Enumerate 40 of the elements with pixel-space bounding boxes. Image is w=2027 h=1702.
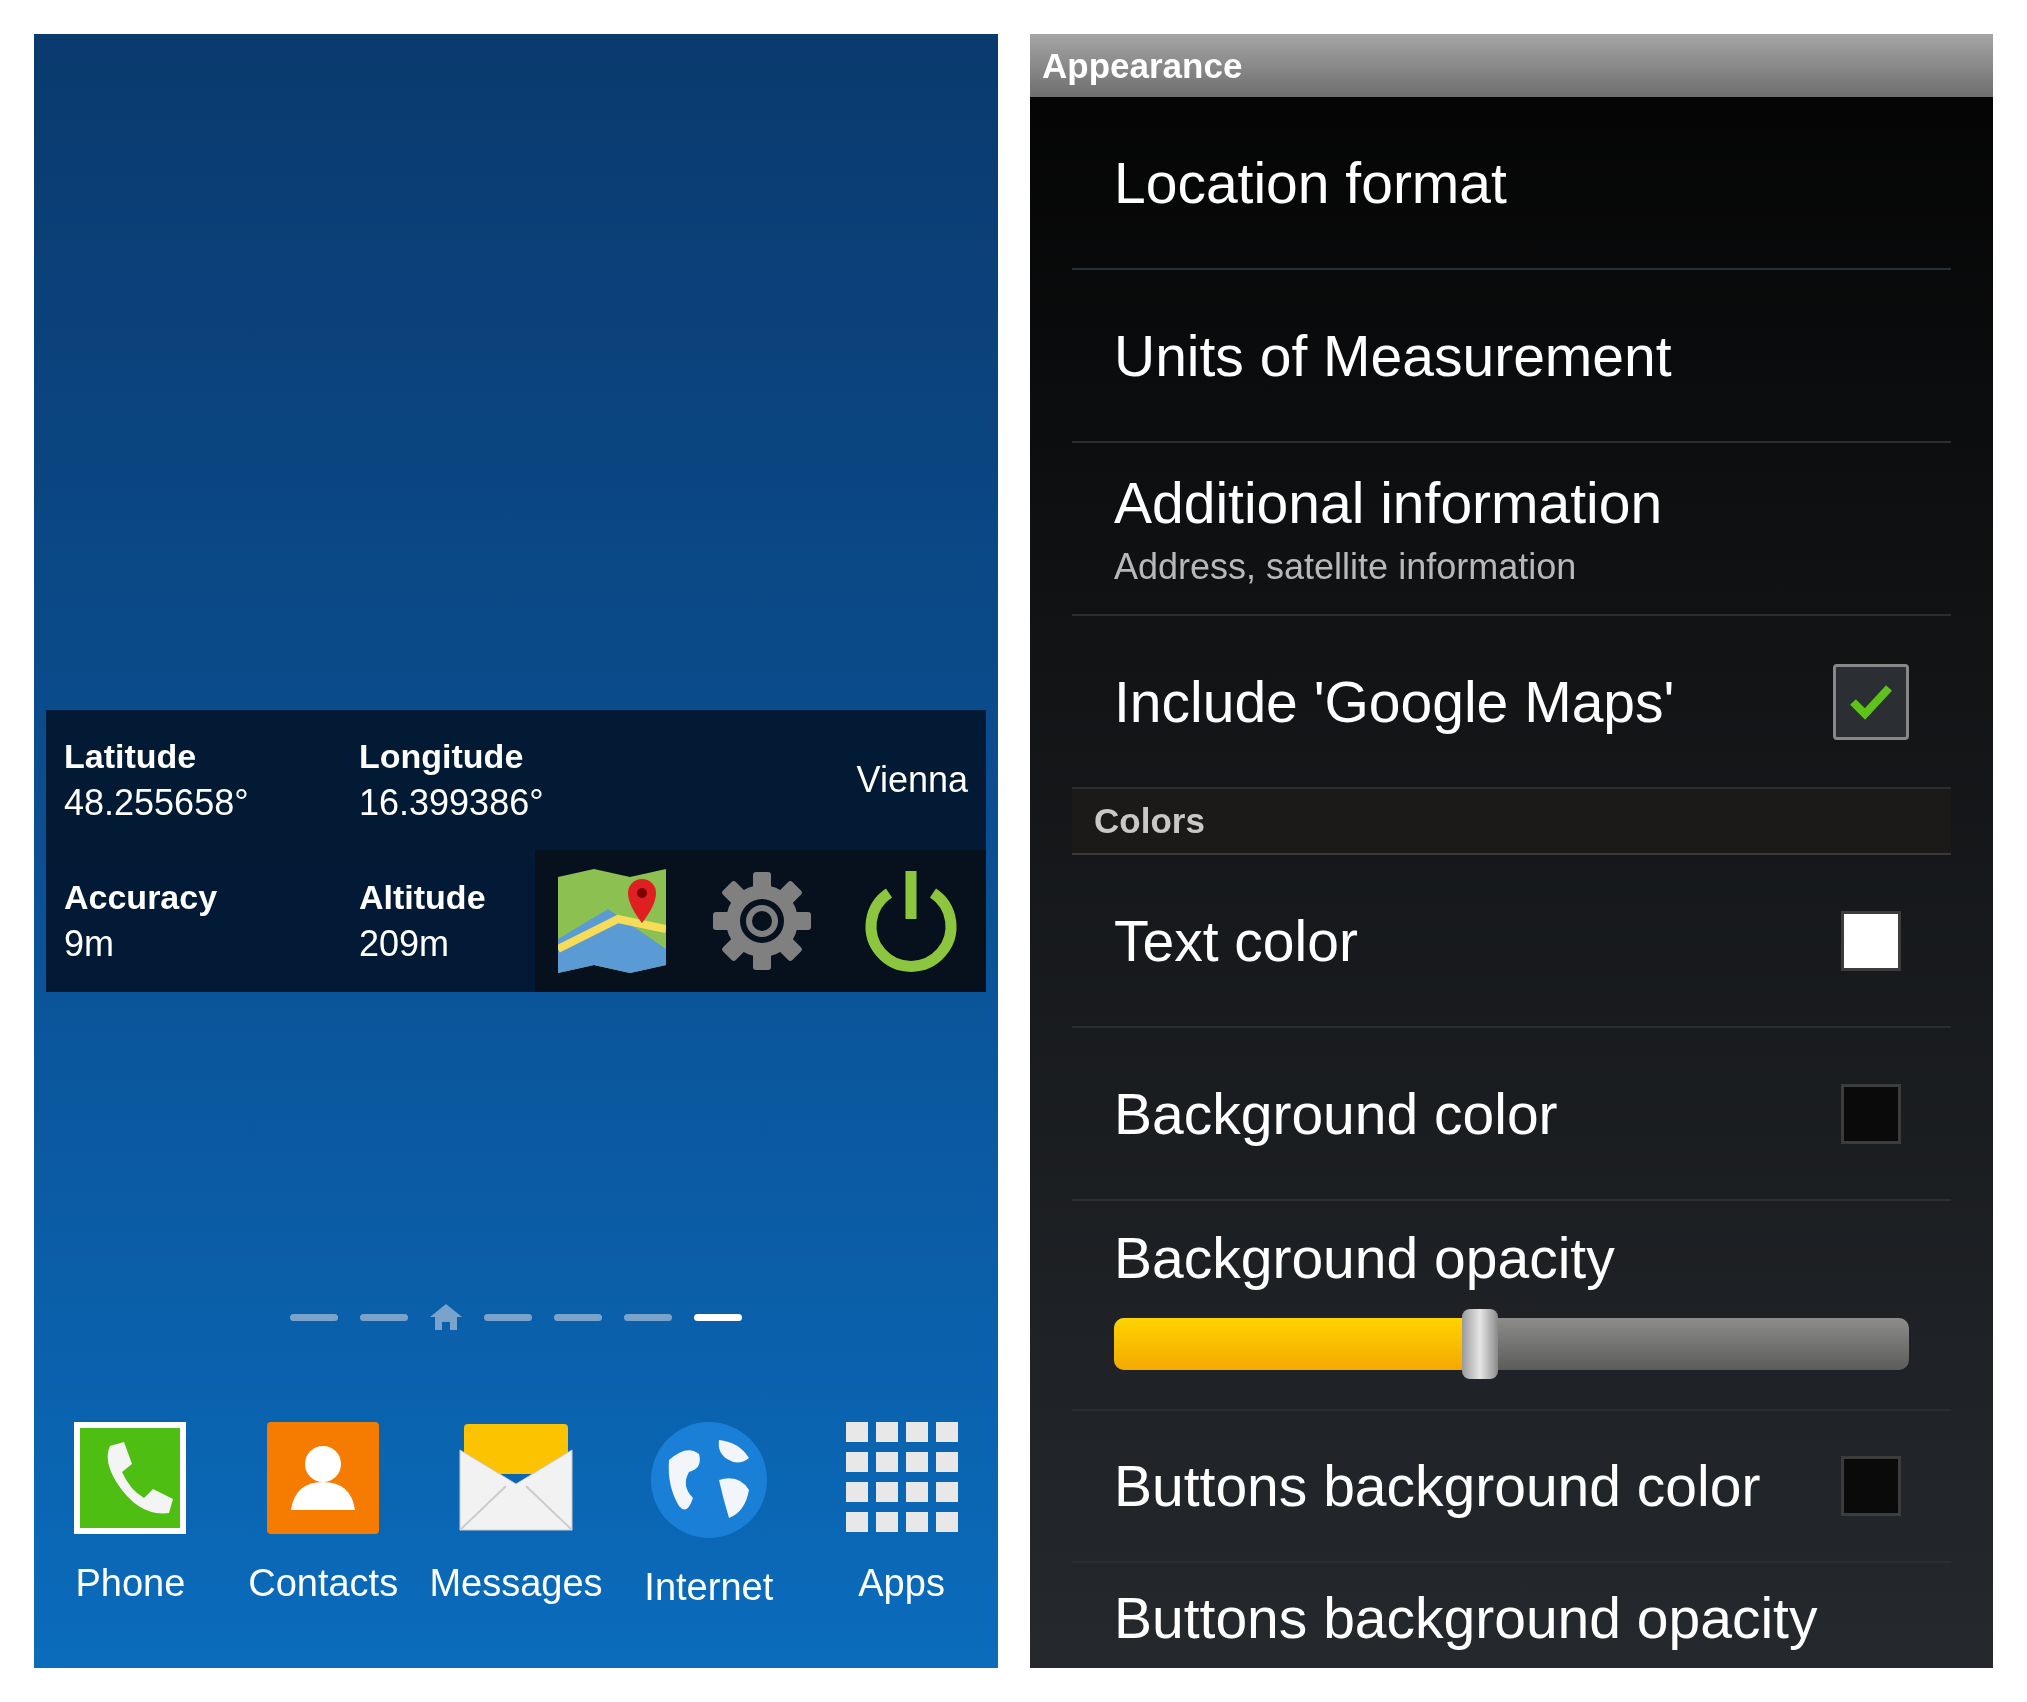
category-header: Colors	[1072, 789, 1951, 855]
setting-title: Text color	[1114, 907, 1359, 974]
app-label[interactable]: Messages	[429, 1562, 603, 1605]
app-label[interactable]: Internet	[644, 1566, 774, 1609]
field-value: 9m	[64, 922, 115, 965]
field-value: 209m	[359, 922, 451, 965]
app-label[interactable]: Phone	[75, 1562, 186, 1605]
map-pin-icon[interactable]	[557, 869, 666, 973]
slider-track[interactable]	[1114, 1318, 1909, 1370]
setting-title: Units of Measurement	[1114, 322, 1673, 389]
city-name: Vienna	[856, 759, 968, 801]
field-label: Accuracy	[64, 877, 219, 917]
setting-title: Buttons background color	[1114, 1453, 1762, 1519]
slider-thumb[interactable]	[1461, 1309, 1498, 1379]
setting-title: Background color	[1114, 1080, 1559, 1147]
setting-title: Buttons background opacity	[1114, 1585, 1819, 1651]
setting-title: Include 'Google Maps'	[1114, 668, 1676, 735]
setting-title: Location format	[1114, 149, 1508, 216]
app-label[interactable]: Contacts	[248, 1562, 399, 1605]
setting-title: Additional information	[1114, 469, 1664, 536]
field-label: Latitude	[64, 736, 198, 776]
settings-item[interactable]: Background color	[1072, 1028, 1951, 1201]
contact-person-icon	[265, 1420, 382, 1536]
settings-item[interactable]: Buttons background color	[1072, 1411, 1951, 1563]
field-value: 16.399386°	[359, 781, 544, 824]
settings-item[interactable]: Text color	[1072, 855, 1951, 1028]
phone-icon	[72, 1420, 189, 1536]
field-value: 48.255658°	[64, 781, 250, 824]
checkbox[interactable]	[1833, 663, 1909, 740]
home-page-icon[interactable]	[430, 1304, 462, 1330]
field-label: Altitude	[359, 877, 486, 917]
globe-icon	[648, 1420, 769, 1540]
field-label: Longitude	[359, 736, 525, 776]
checkmark-icon	[1849, 683, 1893, 720]
setting-summary: Address, satellite information	[1114, 545, 1578, 588]
section-header: Appearance	[1030, 34, 1993, 97]
settings-icon[interactable]	[711, 870, 814, 972]
setting-title: Background opacity	[1114, 1225, 1616, 1291]
page-indicator[interactable]	[694, 1313, 742, 1321]
app-label[interactable]: Apps	[858, 1562, 945, 1605]
